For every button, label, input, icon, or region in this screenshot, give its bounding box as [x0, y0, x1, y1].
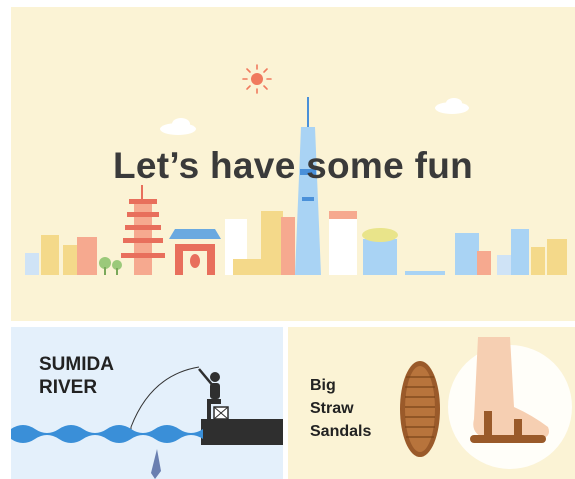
foot-sandal-image: [448, 337, 572, 469]
sumida-river-card[interactable]: SUMIDA RIVER: [11, 327, 283, 479]
title-line: RIVER: [39, 377, 98, 398]
banner: Let’s have some fun: [11, 7, 575, 321]
big-straw-sandals-card[interactable]: Big Straw Sandals: [288, 327, 575, 479]
big-straw-sandals-title: Big Straw Sandals: [310, 374, 371, 443]
straw-sandal-image: [400, 361, 440, 457]
temple-gate: [169, 229, 221, 275]
pagoda: [121, 185, 165, 275]
title-line: Sandals: [310, 423, 372, 440]
title-line: Big: [310, 377, 336, 394]
title-line: SUMIDA: [39, 354, 114, 375]
banner-headline: Let’s have some fun: [112, 145, 474, 186]
fishing-illustration: [11, 366, 283, 479]
sun-icon: [242, 64, 272, 94]
sumida-river-title: SUMIDA RIVER: [39, 353, 114, 399]
title-line: Straw: [310, 400, 354, 417]
